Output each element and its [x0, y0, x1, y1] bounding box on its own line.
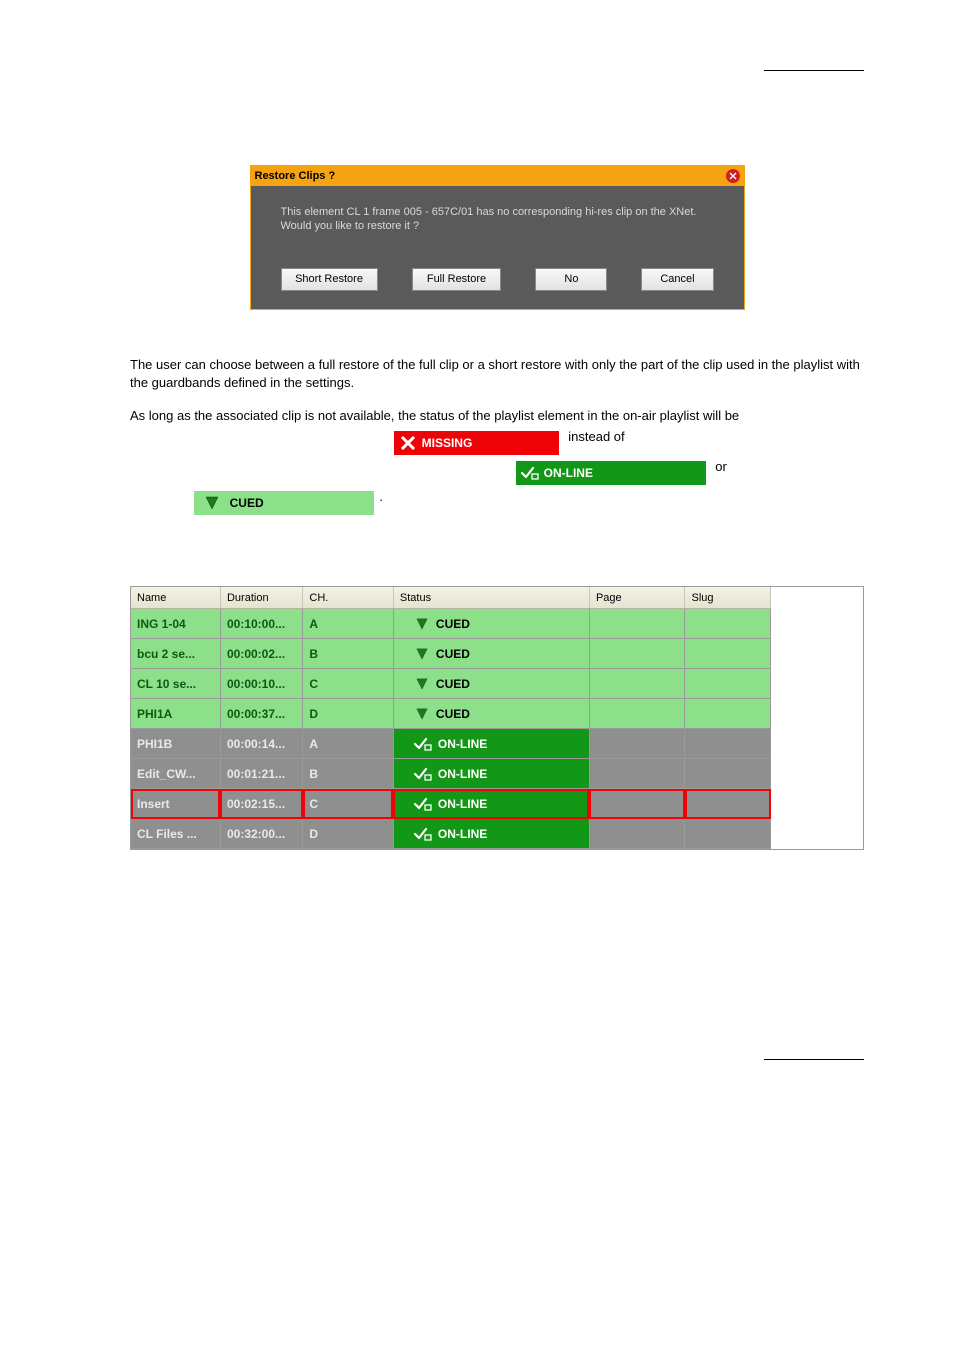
bottom-rule [764, 1059, 864, 1060]
table-row[interactable]: bcu 2 se...00:00:02...BCUED [131, 639, 771, 669]
cell-status: CUED [394, 616, 589, 632]
cell-name: CL 10 se... [131, 677, 220, 691]
cell-status: ON-LINE [394, 796, 589, 812]
cell-duration: 00:00:37... [221, 707, 302, 721]
dialog-titlebar: Restore Clips ? [251, 166, 744, 186]
table-row[interactable]: CL Files ...00:32:00...DON-LINE [131, 819, 771, 849]
cell-ch: D [303, 827, 392, 841]
cell-ch: C [303, 797, 392, 811]
cell-ch: A [303, 737, 392, 751]
cell-duration: 00:32:00... [221, 827, 302, 841]
cell-name: PHI1B [131, 737, 220, 751]
table-header-row: Name Duration CH. Status Page Slug [131, 587, 771, 609]
dialog-message-line2: Would you like to restore it ? [281, 220, 420, 232]
cell-status: ON-LINE [394, 826, 589, 842]
table-row[interactable]: PHI1A00:00:37...DCUED [131, 699, 771, 729]
table-row[interactable]: CL 10 se...00:00:10...CCUED [131, 669, 771, 699]
th-duration[interactable]: Duration [220, 587, 302, 609]
check-icon [516, 466, 544, 480]
restore-dialog: Restore Clips ? This element CL 1 frame … [250, 165, 745, 310]
cell-duration: 00:00:10... [221, 677, 302, 691]
dialog-message: This element CL 1 frame 005 - 657C/01 ha… [281, 206, 714, 234]
cell-status: CUED [394, 706, 589, 722]
cell-ch: B [303, 767, 392, 781]
cancel-button[interactable]: Cancel [641, 268, 713, 291]
cell-ch: B [303, 647, 392, 661]
paragraph-2b: instead of [568, 429, 624, 444]
table-row[interactable]: Insert00:02:15...CON-LINE [131, 789, 771, 819]
paragraph-1: The user can choose between a full resto… [130, 356, 864, 394]
th-status[interactable]: Status [393, 587, 589, 609]
th-ch[interactable]: CH. [303, 587, 393, 609]
x-icon [394, 436, 422, 450]
cell-name: CL Files ... [131, 827, 220, 841]
cell-name: ING 1-04 [131, 617, 220, 631]
cell-ch: C [303, 677, 392, 691]
play-down-icon [414, 706, 430, 722]
top-rule [764, 70, 864, 71]
paragraph-2c: or [715, 459, 727, 474]
play-down-icon [194, 496, 230, 510]
cell-ch: A [303, 617, 392, 631]
status-badge-online: ON-LINE [516, 461, 706, 485]
cell-status: CUED [394, 676, 589, 692]
cell-ch: D [303, 707, 392, 721]
cell-duration: 00:02:15... [221, 797, 302, 811]
play-down-icon [414, 646, 430, 662]
cell-status: ON-LINE [394, 736, 589, 752]
play-down-icon [414, 616, 430, 632]
check-icon [414, 826, 432, 842]
th-slug[interactable]: Slug [685, 587, 771, 609]
playlist-table: Name Duration CH. Status Page Slug ING 1… [130, 586, 864, 850]
status-badge-cued: CUED [194, 491, 374, 515]
close-icon[interactable] [726, 169, 740, 183]
play-down-icon [414, 676, 430, 692]
full-restore-button[interactable]: Full Restore [412, 268, 502, 291]
cell-name: Edit_CW... [131, 767, 220, 781]
cell-duration: 00:01:21... [221, 767, 302, 781]
table-row[interactable]: PHI1B00:00:14...AON-LINE [131, 729, 771, 759]
cell-name: Insert [131, 797, 220, 811]
cell-duration: 00:00:02... [221, 647, 302, 661]
th-page[interactable]: Page [589, 587, 685, 609]
dialog-title: Restore Clips ? [255, 170, 336, 182]
cell-name: bcu 2 se... [131, 647, 220, 661]
check-icon [414, 736, 432, 752]
dialog-body: This element CL 1 frame 005 - 657C/01 ha… [251, 186, 744, 309]
check-icon [414, 766, 432, 782]
paragraph-2d: . [379, 489, 383, 504]
dialog-message-line1: This element CL 1 frame 005 - 657C/01 ha… [281, 206, 697, 218]
cell-name: PHI1A [131, 707, 220, 721]
no-button[interactable]: No [535, 268, 607, 291]
dialog-buttons: Short Restore Full Restore No Cancel [281, 268, 714, 291]
cell-status: CUED [394, 646, 589, 662]
table-row[interactable]: ING 1-0400:10:00...ACUED [131, 609, 771, 639]
description-text: The user can choose between a full resto… [130, 356, 864, 394]
paragraph-2a: As long as the associated clip is not av… [130, 408, 739, 423]
short-restore-button[interactable]: Short Restore [281, 268, 378, 291]
cell-duration: 00:00:14... [221, 737, 302, 751]
status-badge-missing: MISSING [394, 431, 559, 455]
cell-duration: 00:10:00... [221, 617, 302, 631]
check-icon [414, 796, 432, 812]
cell-status: ON-LINE [394, 766, 589, 782]
table-row[interactable]: Edit_CW...00:01:21...BON-LINE [131, 759, 771, 789]
th-name[interactable]: Name [131, 587, 220, 609]
